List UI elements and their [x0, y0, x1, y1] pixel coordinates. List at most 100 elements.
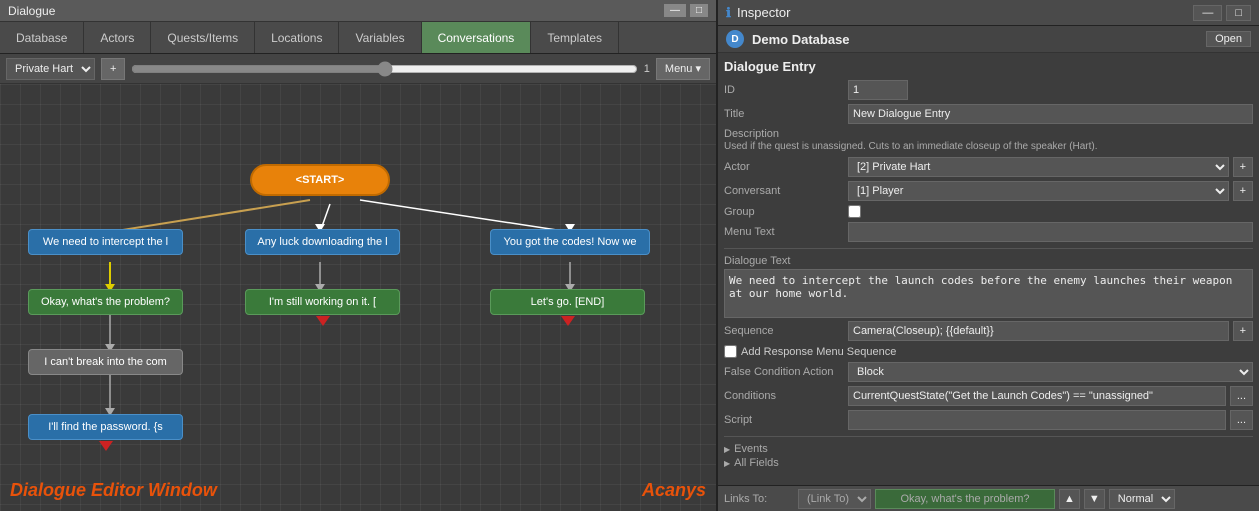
conditions-row: Conditions ... [724, 386, 1253, 406]
menu-btn[interactable]: Menu ▾ [656, 58, 710, 80]
tab-database[interactable]: Database [0, 22, 84, 53]
group-checkbox[interactable] [848, 205, 861, 218]
false-condition-row: False Condition Action Block [724, 362, 1253, 382]
tab-locations[interactable]: Locations [255, 22, 339, 53]
tab-bar: Database Actors Quests/Items Locations V… [0, 22, 716, 54]
tab-conversations[interactable]: Conversations [422, 22, 532, 53]
node-npc-1[interactable]: We need to intercept the l [28, 229, 183, 255]
actor-add-btn[interactable]: + [1233, 157, 1253, 177]
tab-variables[interactable]: Variables [339, 22, 421, 53]
conversant-select[interactable]: [1] Player [848, 181, 1229, 201]
events-section[interactable]: ▶ Events [724, 443, 1253, 455]
tab-quests-items[interactable]: Quests/Items [151, 22, 255, 53]
add-response-label: Add Response Menu Sequence [741, 346, 896, 358]
conditions-label: Conditions [724, 390, 844, 402]
menu-text-input[interactable] [848, 222, 1253, 242]
inspector-panel: ℹ Inspector — □ D Demo Database Open Dia… [718, 0, 1259, 511]
tab-templates[interactable]: Templates [531, 22, 619, 53]
conversant-label: Conversant [724, 185, 844, 197]
sequence-row: Sequence + [724, 321, 1253, 341]
node-npc-3[interactable]: You got the codes! Now we [490, 229, 650, 255]
title-label: Title [724, 108, 844, 120]
script-label: Script [724, 414, 844, 426]
conversant-row: Conversant [1] Player + [724, 181, 1253, 201]
link-text-input[interactable] [875, 489, 1055, 509]
title-row: Title [724, 104, 1253, 124]
db-name-row: D Demo Database Open [718, 26, 1259, 53]
normal-select[interactable]: Normal [1109, 489, 1175, 509]
actor-select[interactable]: [2] Private Hart [848, 157, 1229, 177]
dialogue-entry-section: Dialogue Entry [724, 59, 1253, 74]
script-input[interactable] [848, 410, 1226, 430]
inspector-info-icon: ℹ [726, 5, 731, 21]
add-response-checkbox[interactable] [724, 345, 737, 358]
all-fields-triangle: ▶ [724, 459, 730, 468]
inspector-title-bar: ℹ Inspector — □ [718, 0, 1259, 26]
db-name: Demo Database [752, 32, 850, 47]
watermark-right: Acanys [642, 480, 706, 501]
sequence-label: Sequence [724, 325, 844, 337]
canvas-area[interactable]: <START> We need to intercept the l Any l… [0, 84, 716, 511]
dialogue-panel: Dialogue — □ Database Actors Quests/Item… [0, 0, 718, 511]
add-conversation-btn[interactable]: + [101, 58, 125, 80]
bottom-bar: Links To: (Link To) ▲ ▼ Normal [718, 485, 1259, 511]
conditions-input[interactable] [848, 386, 1226, 406]
conditions-btn[interactable]: ... [1230, 386, 1253, 406]
menu-text-row: Menu Text [724, 222, 1253, 242]
node-player-2[interactable]: I'm still working on it. [ [245, 289, 400, 315]
zoom-value: 1 [644, 63, 650, 75]
node-npc-4[interactable]: I'll find the password. {s [28, 414, 183, 440]
nav-up-btn[interactable]: ▲ [1059, 489, 1080, 509]
node-player-3[interactable]: Let's go. [END] [490, 289, 645, 315]
maximize-btn[interactable]: □ [690, 4, 708, 17]
all-fields-label: All Fields [734, 457, 779, 469]
tab-actors[interactable]: Actors [84, 22, 151, 53]
description-section: Description Used if the quest is unassig… [724, 128, 1253, 153]
dialogue-title-bar: Dialogue — □ [0, 0, 716, 22]
conversant-add-btn[interactable]: + [1233, 181, 1253, 201]
inspector-minimize-btn[interactable]: — [1193, 5, 1222, 21]
conversation-select[interactable]: Private Hart [6, 58, 95, 80]
false-condition-select[interactable]: Block [848, 362, 1253, 382]
false-condition-label: False Condition Action [724, 366, 844, 378]
open-btn[interactable]: Open [1206, 31, 1251, 47]
id-input[interactable] [848, 80, 908, 100]
dialogue-title: Dialogue [8, 4, 55, 18]
editor-toolbar: Private Hart + 1 Menu ▾ [0, 54, 716, 84]
id-label: ID [724, 84, 844, 96]
actor-row: Actor [2] Private Hart + [724, 157, 1253, 177]
actor-label: Actor [724, 161, 844, 173]
node-player-1[interactable]: Okay, what's the problem? [28, 289, 183, 315]
events-triangle: ▶ [724, 445, 730, 454]
db-icon: D [726, 30, 744, 48]
link-dropdown[interactable]: (Link To) [798, 489, 871, 509]
node-start[interactable]: <START> [250, 164, 390, 196]
menu-text-label: Menu Text [724, 226, 844, 238]
group-row: Group [724, 205, 1253, 218]
node-grey-1[interactable]: I can't break into the com [28, 349, 183, 375]
title-bar-controls: — □ [664, 4, 708, 17]
minimize-btn[interactable]: — [664, 4, 686, 17]
inspector-controls: — □ [1193, 5, 1251, 21]
watermark-left: Dialogue Editor Window [10, 480, 217, 501]
events-label: Events [734, 443, 768, 455]
node-npc-2[interactable]: Any luck downloading the l [245, 229, 400, 255]
links-to-label: Links To: [724, 493, 794, 505]
script-btn[interactable]: ... [1230, 410, 1253, 430]
description-label: Description [724, 128, 844, 140]
sequence-input[interactable] [848, 321, 1229, 341]
title-input[interactable] [848, 104, 1253, 124]
zoom-slider[interactable] [131, 61, 637, 77]
script-row: Script ... [724, 410, 1253, 430]
all-fields-section[interactable]: ▶ All Fields [724, 457, 1253, 469]
nav-down-btn[interactable]: ▼ [1084, 489, 1105, 509]
inspector-title: Inspector [737, 5, 790, 20]
dialogue-text-area[interactable]: We need to intercept the launch codes be… [724, 269, 1253, 318]
inspector-maximize-btn[interactable]: □ [1226, 5, 1251, 21]
description-text: Used if the quest is unassigned. Cuts to… [724, 140, 1253, 153]
dialogue-text-section: Dialogue Text We need to intercept the l… [724, 255, 1253, 321]
inspector-body: Dialogue Entry ID Title Description Used… [718, 53, 1259, 485]
dialogue-text-label: Dialogue Text [724, 255, 844, 267]
sequence-add-btn[interactable]: + [1233, 321, 1253, 341]
id-row: ID [724, 80, 1253, 100]
